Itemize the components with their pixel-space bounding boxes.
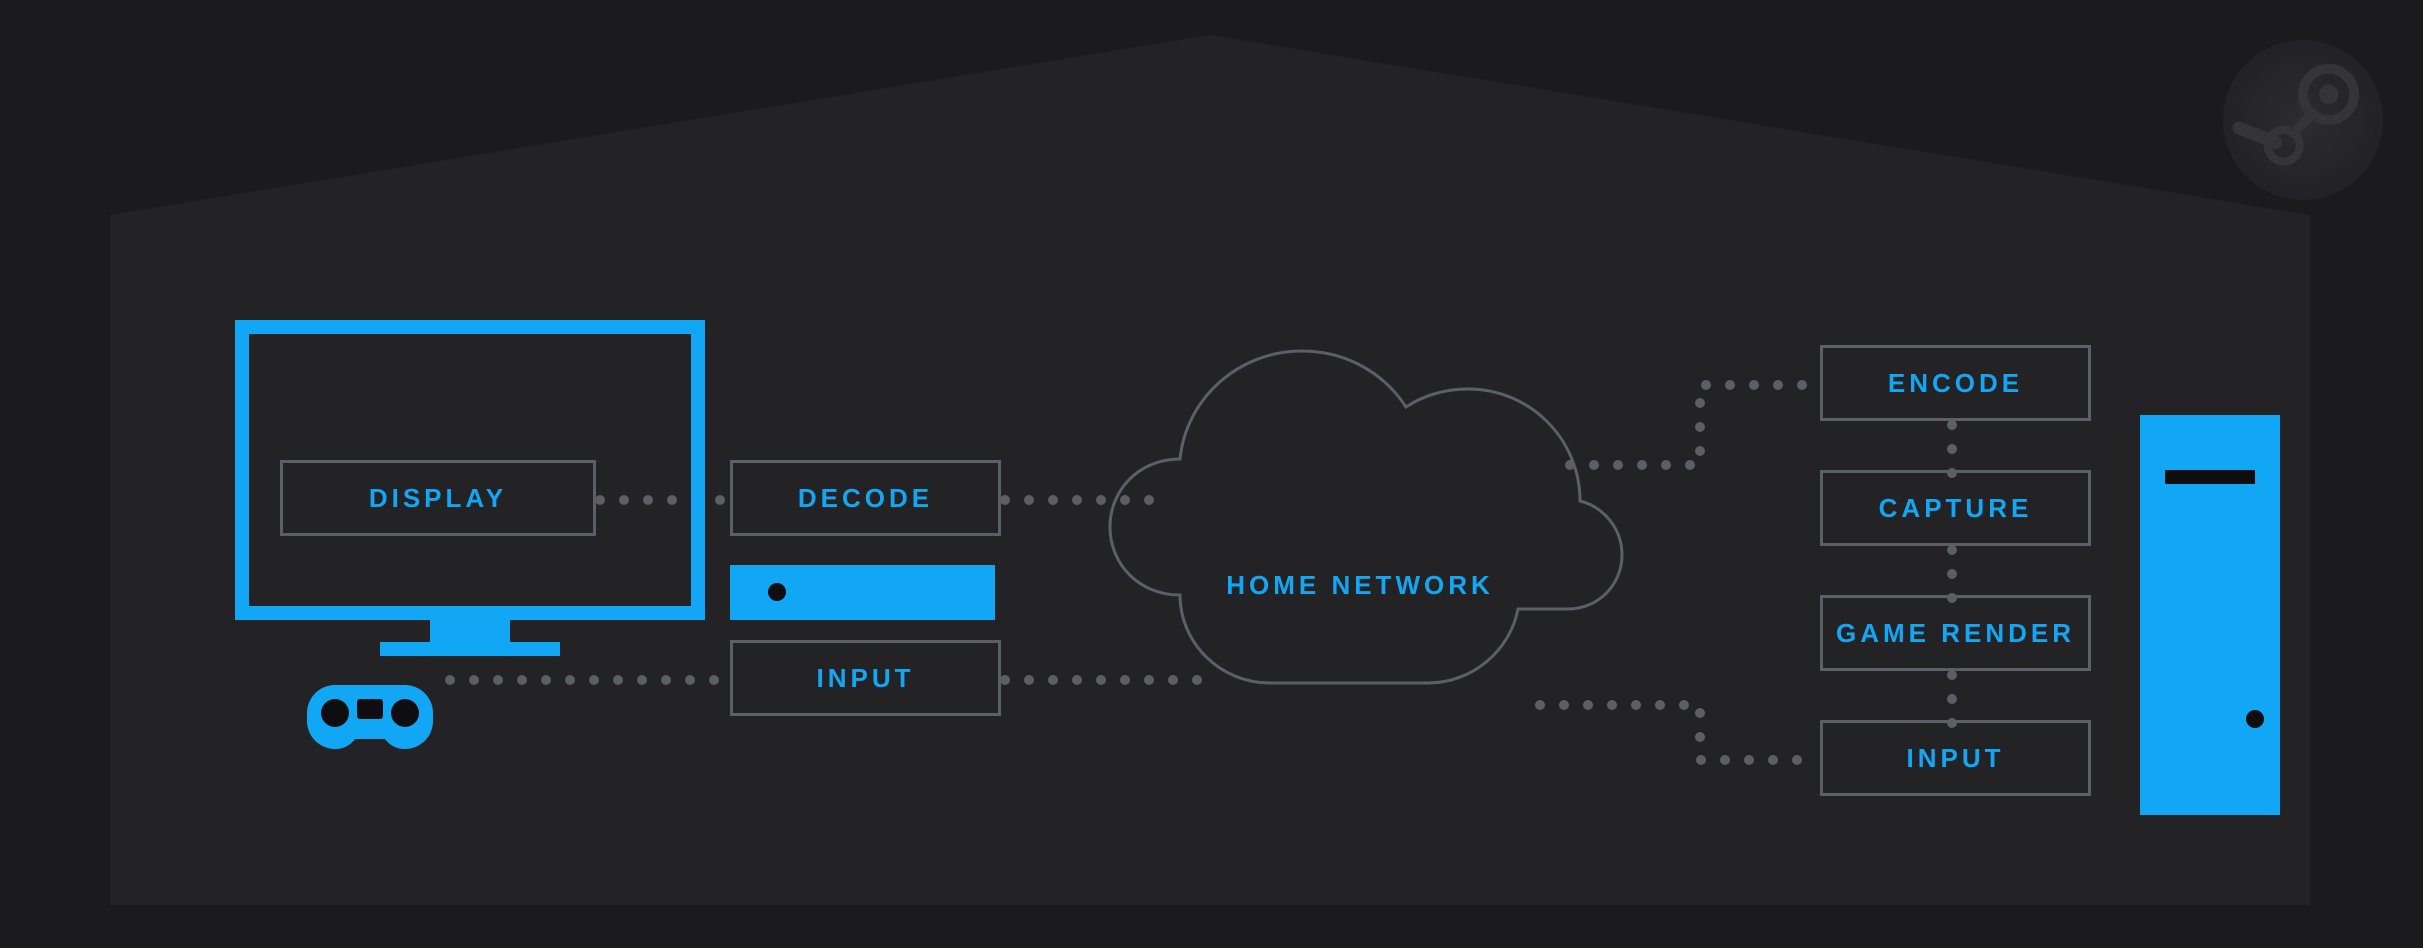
tv-stand <box>430 620 510 642</box>
display-step: DISPLAY <box>280 460 596 536</box>
game-render-step: GAME RENDER <box>1820 595 2091 671</box>
pc-power-button-icon <box>2246 710 2264 728</box>
tv-foot <box>380 642 560 656</box>
controller-icon <box>305 665 435 765</box>
pc-drive-slot <box>2165 470 2255 484</box>
diagram-stage: DISPLAY DECODE INPUT HOME NETWORK ENCODE… <box>0 0 2423 948</box>
decode-step: DECODE <box>730 460 1001 536</box>
client-input-step: INPUT <box>730 640 1001 716</box>
capture-step: CAPTURE <box>1820 470 2091 546</box>
encode-step: ENCODE <box>1820 345 2091 421</box>
steam-link-led <box>768 583 786 601</box>
home-network-label: HOME NETWORK <box>1110 570 1610 601</box>
host-input-step: INPUT <box>1820 720 2091 796</box>
